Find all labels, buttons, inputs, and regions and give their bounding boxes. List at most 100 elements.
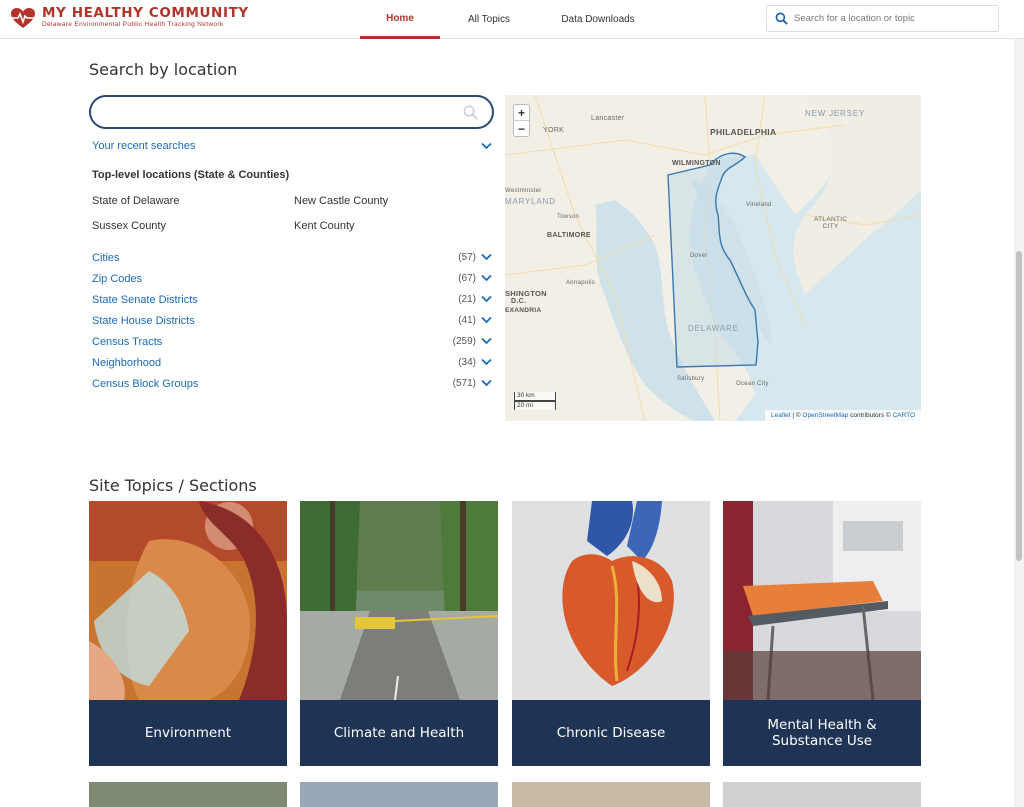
chevron-down-icon (481, 253, 492, 261)
category-label: Cities (92, 251, 120, 264)
scale-km: 30 km (514, 392, 556, 401)
map-label-philadelphia: PHILADELPHIA (710, 127, 777, 137)
search-by-location-title: Search by location (89, 60, 238, 79)
attribution-text: contributors © (848, 412, 893, 419)
category-row-zip-codes[interactable]: Zip Codes (67) (92, 268, 494, 289)
map-label-westminster: Westminster (505, 188, 542, 194)
category-row-cities[interactable]: Cities (57) (92, 247, 494, 268)
site-topics-title: Site Topics / Sections (89, 476, 257, 495)
logo-subtitle: Delaware Environmental Public Health Tra… (42, 21, 224, 28)
map-base-layer (505, 95, 921, 421)
topic-card-environment[interactable]: Environment (89, 501, 287, 766)
category-count: (21) (458, 294, 476, 305)
category-label: State Senate Districts (92, 293, 198, 306)
map-label-lancaster: Lancaster (591, 115, 625, 122)
category-row-neighborhood[interactable]: Neighborhood (34) (92, 352, 494, 373)
category-count: (67) (458, 273, 476, 284)
chevron-down-icon (481, 274, 492, 282)
toplevel-location-sussex[interactable]: Sussex County (92, 220, 166, 232)
map-label-york: YORK (543, 127, 565, 134)
topic-card-row2-2[interactable] (300, 782, 498, 807)
zoom-in-button[interactable]: + (514, 105, 529, 121)
scale-mi: 20 mi (514, 401, 556, 410)
page-scrollbar[interactable] (1014, 39, 1024, 807)
topic-card-row2-3[interactable] (512, 782, 710, 807)
topic-card-mental-health[interactable]: Mental Health & Substance Use (723, 501, 921, 766)
scrollbar-thumb[interactable] (1016, 251, 1022, 561)
chevron-down-icon (481, 142, 492, 150)
chevron-down-icon (481, 316, 492, 324)
topic-card-label: Mental Health & Substance Use (723, 700, 921, 766)
attribution-separator: | © (790, 412, 803, 419)
topic-card-label: Environment (89, 700, 287, 766)
site-logo[interactable]: MY HEALTHY COMMUNITY Delaware Environmen… (10, 6, 249, 29)
header-search-box[interactable] (766, 5, 999, 32)
toplevel-location-new-castle[interactable]: New Castle County (294, 195, 388, 207)
recent-searches-toggle[interactable]: Your recent searches (92, 140, 492, 152)
location-search-box[interactable] (89, 95, 494, 129)
location-categories-list: Cities (57) Zip Codes (67) State Senate … (92, 247, 494, 394)
nav-all-topics[interactable]: All Topics (440, 0, 538, 39)
category-row-block-groups[interactable]: Census Block Groups (571) (92, 373, 494, 394)
map-label-ocean-city: Ocean City (736, 381, 769, 387)
recent-searches-label: Your recent searches (92, 140, 196, 152)
heart-pulse-icon (11, 7, 35, 28)
category-label: Census Tracts (92, 335, 163, 348)
topic-card-chronic-disease[interactable]: Chronic Disease (512, 501, 710, 766)
map-scale-bar: 30 km 20 mi (514, 392, 556, 410)
map-label-alexandria: EXANDRIA (505, 307, 542, 314)
category-count: (259) (452, 336, 476, 347)
map-label-maryland: MARYLAND (505, 197, 556, 206)
topic-card-row2-4[interactable] (723, 782, 921, 807)
map-label-atlantic-city: ATLANTIC CITY (814, 216, 848, 230)
attribution-carto-link[interactable]: CARTO (892, 412, 915, 419)
nav-data-downloads[interactable]: Data Downloads (538, 0, 658, 39)
toplevel-location-kent[interactable]: Kent County (294, 220, 355, 232)
map-attribution: Leaflet | © OpenStreetMap contributors ©… (764, 410, 921, 421)
chevron-down-icon (481, 337, 492, 345)
search-icon[interactable] (463, 105, 478, 120)
category-row-census-tracts[interactable]: Census Tracts (259) (92, 331, 494, 352)
heart-model-photo (512, 501, 710, 700)
map-label-towson: Towson (557, 214, 580, 220)
category-row-house-districts[interactable]: State House Districts (41) (92, 310, 494, 331)
attribution-leaflet-link[interactable]: Leaflet (771, 412, 791, 419)
zoom-out-button[interactable]: − (514, 121, 529, 137)
category-label: State House Districts (92, 314, 195, 327)
category-label: Neighborhood (92, 356, 162, 369)
map-label-dc: D.C. (511, 298, 527, 305)
map-label-annapolis: Annapolis (566, 280, 596, 286)
map-label-dover: Dover (690, 253, 708, 259)
logo-title: MY HEALTHY COMMUNITY (42, 5, 249, 21)
chevron-down-icon (481, 358, 492, 366)
attribution-osm-link[interactable]: OpenStreetMap (802, 412, 848, 419)
location-map[interactable]: + − YORK Lancaster PHILADELPHIA NEW JERS… (505, 95, 921, 421)
map-label-delaware: DELAWARE (688, 324, 739, 333)
category-count: (34) (458, 357, 476, 368)
category-count: (57) (458, 252, 476, 263)
nav-home[interactable]: Home (360, 0, 440, 39)
toplevel-location-state[interactable]: State of Delaware (92, 195, 179, 207)
topic-card-row2-1[interactable] (89, 782, 287, 807)
topic-card-climate-and-health[interactable]: Climate and Health (300, 501, 498, 766)
category-count: (571) (452, 378, 476, 389)
toplevel-locations-title: Top-level locations (State & Counties) (92, 169, 290, 181)
search-icon (775, 12, 788, 25)
map-label-salisbury: Salisbury (677, 376, 705, 382)
map-label-wilmington: WILMINGTON (672, 160, 721, 167)
climate-photo (300, 501, 498, 700)
category-label: Census Block Groups (92, 377, 199, 390)
site-header: MY HEALTHY COMMUNITY Delaware Environmen… (0, 0, 1024, 39)
map-label-vineland: Vineland (746, 202, 772, 208)
map-label-washington: SHINGTON (505, 289, 547, 298)
map-label-baltimore: BALTIMORE (547, 232, 591, 239)
map-label-new-jersey: NEW JERSEY (805, 109, 866, 118)
category-row-senate-districts[interactable]: State Senate Districts (21) (92, 289, 494, 310)
category-label: Zip Codes (92, 272, 143, 285)
category-count: (41) (458, 315, 476, 326)
location-search-input[interactable] (107, 105, 457, 119)
topic-card-label: Chronic Disease (512, 700, 710, 766)
chevron-down-icon (481, 379, 492, 387)
header-search-input[interactable] (794, 13, 984, 24)
main-nav: Home All Topics Data Downloads (360, 0, 658, 39)
